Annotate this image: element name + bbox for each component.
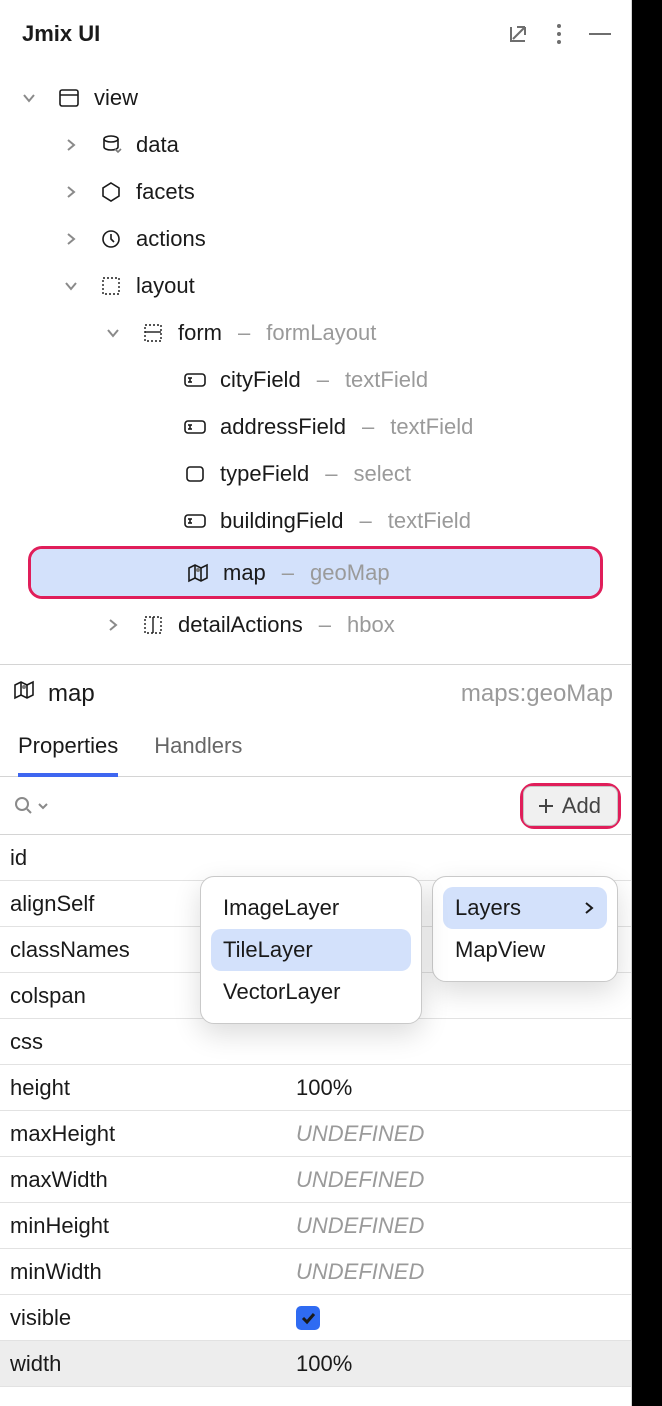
tree-label: actions <box>136 226 206 252</box>
map-icon <box>185 562 211 584</box>
panel-title: Jmix UI <box>22 21 100 47</box>
tree-label: layout <box>136 273 195 299</box>
search-input[interactable] <box>0 794 520 818</box>
add-menu-popup: Layers MapView <box>432 876 618 982</box>
tree-sublabel: textField <box>390 414 473 440</box>
layers-submenu-popup: ImageLayer TileLayer VectorLayer <box>200 876 422 1024</box>
textfield-icon <box>182 417 208 437</box>
tree-node-cityfield[interactable]: cityField – textField <box>0 356 631 403</box>
tree-label: typeField <box>220 461 309 487</box>
plus-icon <box>536 796 556 816</box>
tree-sublabel: select <box>354 461 411 487</box>
tree-sublabel: geoMap <box>310 560 390 586</box>
prop-row-maxheight[interactable]: maxHeightUNDEFINED <box>0 1111 631 1157</box>
prop-row-minwidth[interactable]: minWidthUNDEFINED <box>0 1249 631 1295</box>
toolbar-row: Add <box>0 777 631 835</box>
selected-tree-node-highlight: map – geoMap <box>28 546 603 599</box>
tree-node-detailactions[interactable]: detailActions – hbox <box>0 601 631 648</box>
minimize-icon[interactable] <box>589 33 611 35</box>
menu-item-vectorlayer[interactable]: VectorLayer <box>201 971 421 1013</box>
tree-label: map <box>223 560 266 586</box>
tree-label: data <box>136 132 179 158</box>
textfield-icon <box>182 370 208 390</box>
chevron-right-icon <box>583 895 595 921</box>
chevron-down-icon[interactable] <box>14 90 44 106</box>
menu-item-layers[interactable]: Layers <box>443 887 607 929</box>
tree-label: view <box>94 85 138 111</box>
menu-item-mapview[interactable]: MapView <box>433 929 617 971</box>
add-label: Add <box>562 793 601 819</box>
select-icon <box>182 464 208 484</box>
prop-row-css[interactable]: css <box>0 1019 631 1065</box>
tree-node-buildingfield[interactable]: buildingField – textField <box>0 497 631 544</box>
tree-node-view[interactable]: view <box>0 74 631 121</box>
window-icon <box>56 87 82 109</box>
chevron-right-icon[interactable] <box>98 617 128 633</box>
prop-row-maxwidth[interactable]: maxWidthUNDEFINED <box>0 1157 631 1203</box>
chevron-down-icon[interactable] <box>56 278 86 294</box>
add-button[interactable]: Add <box>523 786 618 826</box>
tree-node-map[interactable]: map – geoMap <box>31 549 600 596</box>
tab-properties[interactable]: Properties <box>18 733 118 777</box>
tree-node-data[interactable]: data <box>0 121 631 168</box>
checkbox-checked[interactable] <box>296 1306 320 1330</box>
chevron-right-icon[interactable] <box>56 231 86 247</box>
inspector-tabs: Properties Handlers <box>0 719 631 777</box>
tree-label: form <box>178 320 222 346</box>
tree-node-layout[interactable]: layout <box>0 262 631 309</box>
prop-row-minheight[interactable]: minHeightUNDEFINED <box>0 1203 631 1249</box>
panel-header: Jmix UI <box>0 0 631 68</box>
tree-node-addressfield[interactable]: addressField – textField <box>0 403 631 450</box>
component-tree: view data facets actions layout form – <box>0 68 631 648</box>
tree-label: facets <box>136 179 195 205</box>
add-button-highlight: Add <box>520 783 621 829</box>
tree-sublabel: formLayout <box>266 320 376 346</box>
textfield-icon <box>182 511 208 531</box>
inspector-header: map maps:geoMap <box>0 665 631 719</box>
map-icon <box>12 679 38 709</box>
tree-sublabel: hbox <box>347 612 395 638</box>
right-margin <box>632 0 662 1406</box>
tree-label: addressField <box>220 414 346 440</box>
menu-item-imagelayer[interactable]: ImageLayer <box>201 887 421 929</box>
tree-label: detailActions <box>178 612 303 638</box>
more-icon[interactable] <box>557 24 561 44</box>
tree-node-form[interactable]: form – formLayout <box>0 309 631 356</box>
chevron-right-icon[interactable] <box>56 137 86 153</box>
prop-row-visible[interactable]: visible <box>0 1295 631 1341</box>
tree-node-actions[interactable]: actions <box>0 215 631 262</box>
dock-icon[interactable] <box>507 23 529 45</box>
facets-icon <box>98 181 124 203</box>
menu-item-tilelayer[interactable]: TileLayer <box>211 929 411 971</box>
tree-sublabel: textField <box>388 508 471 534</box>
database-icon <box>98 134 124 156</box>
tree-node-facets[interactable]: facets <box>0 168 631 215</box>
tree-node-typefield[interactable]: typeField – select <box>0 450 631 497</box>
prop-row-id[interactable]: id <box>0 835 631 881</box>
tree-label: cityField <box>220 367 301 393</box>
chevron-down-icon[interactable] <box>98 325 128 341</box>
form-icon <box>140 322 166 344</box>
inspector-name: map <box>48 680 95 708</box>
chevron-right-icon[interactable] <box>56 184 86 200</box>
prop-row-height[interactable]: height100% <box>0 1065 631 1111</box>
layout-icon <box>98 275 124 297</box>
chevron-down-icon <box>36 799 50 813</box>
inspector-type: maps:geoMap <box>461 680 613 708</box>
tree-sublabel: textField <box>345 367 428 393</box>
hbox-icon <box>140 614 166 636</box>
tab-handlers[interactable]: Handlers <box>154 733 242 776</box>
prop-row-width[interactable]: width100% <box>0 1341 631 1387</box>
actions-icon <box>98 228 124 250</box>
tree-label: buildingField <box>220 508 344 534</box>
